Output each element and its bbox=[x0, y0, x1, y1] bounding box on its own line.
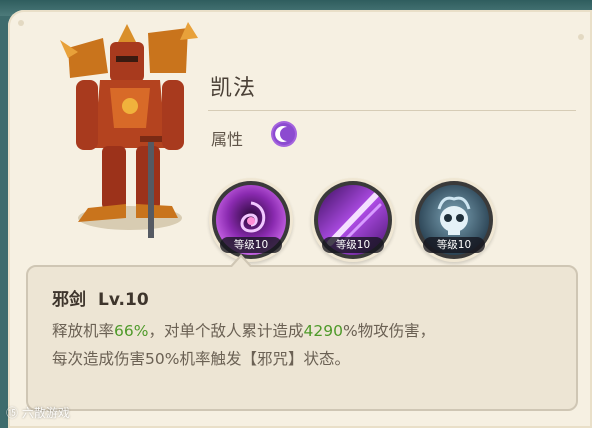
skill-level-badge: 等级10 bbox=[322, 237, 384, 253]
trigger-chance: 66% bbox=[114, 322, 149, 340]
desc-text: %物攻伤害， bbox=[342, 322, 436, 340]
skill-slot-2[interactable]: 等级10 bbox=[314, 181, 392, 259]
skill-level-badge: 等级10 bbox=[423, 237, 485, 253]
skill-tooltip: 邪剑 Lv.10 释放机率66%，对单个敌人累计造成4290%物攻伤害， 每次造成… bbox=[26, 265, 578, 411]
desc-text: ，对单个敌人累计造成 bbox=[148, 322, 304, 340]
armored-knight-icon bbox=[60, 22, 198, 238]
divider bbox=[208, 110, 576, 111]
skill-title: 邪剑 Lv.10 bbox=[52, 285, 149, 310]
skill-name: 邪剑 bbox=[52, 290, 86, 310]
damage-value: 4290 bbox=[303, 322, 343, 340]
skill-level-badge: 等级10 bbox=[220, 237, 282, 253]
desc-text: 释放机率 bbox=[52, 322, 115, 340]
watermark: ⑮ 六散游戏 bbox=[6, 406, 70, 420]
skill-slot-1[interactable]: 等级10 bbox=[212, 181, 290, 259]
hero-name: 凯法 bbox=[210, 76, 257, 101]
crescent-moon-icon[interactable] bbox=[270, 120, 298, 148]
corner-rivet bbox=[18, 20, 24, 26]
skill-description-line-1: 释放机率66%，对单个敌人累计造成4290%物攻伤害， bbox=[52, 319, 435, 341]
skill-slot-3[interactable]: 等级10 bbox=[415, 181, 493, 259]
hero-portrait bbox=[48, 18, 208, 248]
corner-rivet bbox=[578, 34, 584, 40]
skill-description-line-2: 每次造成伤害50%机率触发【邪咒】状态。 bbox=[52, 350, 350, 368]
skill-level: Lv.10 bbox=[98, 290, 149, 310]
tooltip-pointer-fill bbox=[232, 257, 250, 267]
attribute-label: 属性 bbox=[211, 130, 244, 149]
